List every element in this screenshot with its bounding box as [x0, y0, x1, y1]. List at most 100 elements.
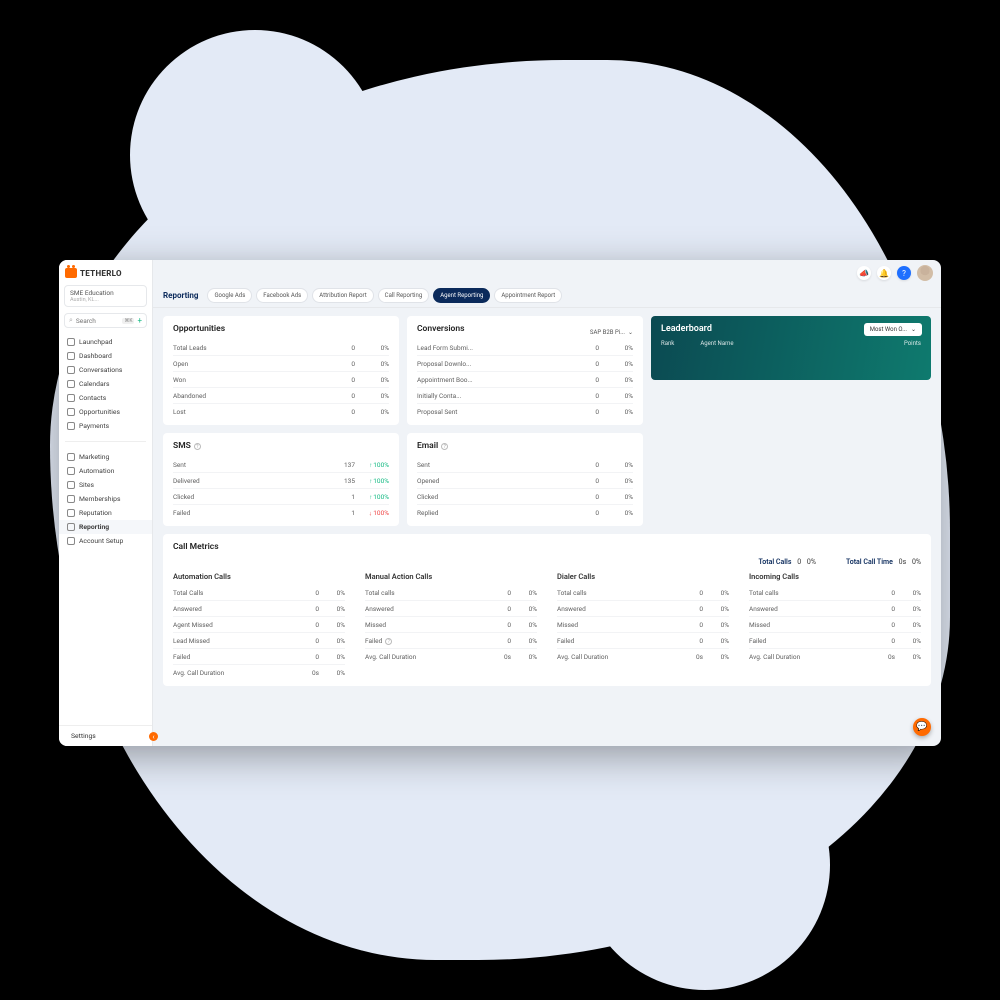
metric-percent: 0% [355, 392, 389, 400]
metric-label: Avg. Call Duration [557, 653, 683, 661]
call-column: Manual Action CallsTotal calls00%Answere… [365, 572, 537, 680]
email-title: Email [417, 441, 633, 451]
sidebar-item-automation[interactable]: Automation [59, 464, 152, 478]
leaderboard-col-agent: Agent Name [700, 340, 733, 347]
sidebar-item-calendars[interactable]: Calendars [59, 377, 152, 391]
metric-percent: 0% [511, 637, 537, 645]
search-input[interactable] [76, 317, 119, 325]
collapse-sidebar-button[interactable]: ‹ [149, 732, 158, 741]
leaderboard-columns: Rank Agent Name Points [661, 340, 921, 347]
tab-call-reporting[interactable]: Call Reporting [378, 288, 430, 303]
info-icon[interactable] [385, 638, 392, 645]
nav-label: Reporting [79, 523, 109, 531]
metric-label: Clicked [173, 493, 327, 501]
metric-value: 0 [571, 461, 599, 469]
nav-icon [67, 481, 75, 489]
conversions-pipeline-selector[interactable]: SAP B2B Pi... ⌄ [590, 329, 633, 336]
sidebar-item-contacts[interactable]: Contacts [59, 391, 152, 405]
report-tabs: Google Ads Facebook Ads Attribution Report… [207, 288, 562, 303]
sidebar-item-opportunities[interactable]: Opportunities [59, 405, 152, 419]
metric-percent: 0% [355, 376, 389, 384]
tab-attribution-report[interactable]: Attribution Report [312, 288, 373, 303]
metric-row: Answered00% [365, 601, 537, 617]
metric-row: Clicked00% [417, 489, 633, 505]
sidebar-item-reporting[interactable]: Reporting [59, 520, 152, 534]
metric-value: 0 [571, 360, 599, 368]
tab-google-ads[interactable]: Google Ads [207, 288, 252, 303]
metric-row: Abandoned00% [173, 388, 389, 404]
metric-value: 0 [491, 621, 511, 629]
metric-value: 137 [327, 461, 355, 469]
metric-label: Total calls [749, 589, 875, 597]
metric-row: Appointment Boo...00% [417, 372, 633, 388]
metric-row: Open00% [173, 356, 389, 372]
nav-icon [67, 509, 75, 517]
leaderboard-sort-selector[interactable]: Most Won O... ⌄ [864, 323, 922, 336]
metric-label: Lead Missed [173, 637, 299, 645]
metric-percent: 0% [895, 589, 921, 597]
sidebar-item-reputation[interactable]: Reputation [59, 506, 152, 520]
metric-row: Failed00% [749, 633, 921, 649]
metric-percent: 0% [703, 621, 729, 629]
metric-row: Lead Missed00% [173, 633, 345, 649]
metric-value: 0 [327, 360, 355, 368]
metric-label: Total Calls [173, 589, 299, 597]
nav-separator [65, 441, 146, 442]
sidebar-item-launchpad[interactable]: Launchpad [59, 335, 152, 349]
brand-logo[interactable]: TETHERLO [59, 260, 152, 282]
metric-value: 0 [875, 589, 895, 597]
nav-primary: Launchpad DashboardConversationsCalendars… [59, 331, 152, 437]
metric-percent: 100% [355, 493, 389, 501]
tab-agent-reporting[interactable]: Agent Reporting [433, 288, 490, 303]
topbar: 📣 🔔 ? [153, 260, 941, 286]
tab-appointment-report[interactable]: Appointment Report [494, 288, 562, 303]
metric-label: Lead Form Submi... [417, 344, 571, 352]
sidebar-item-payments[interactable]: Payments [59, 419, 152, 433]
metric-percent: 0% [511, 589, 537, 597]
info-icon[interactable] [441, 443, 448, 450]
metric-value: 0 [327, 392, 355, 400]
metric-label: Clicked [417, 493, 571, 501]
call-metrics-card: Call Metrics Total Calls 0 0% Total Call… [163, 534, 931, 686]
account-switcher[interactable]: SME Education Austin, KL... [64, 285, 147, 307]
settings-link[interactable]: Settings [59, 725, 152, 746]
metric-percent: 0% [355, 408, 389, 416]
call-column: Incoming CallsTotal calls00%Answered00%M… [749, 572, 921, 680]
nav-icon [67, 467, 75, 475]
metric-percent: 0% [895, 637, 921, 645]
settings-label: Settings [71, 732, 96, 740]
metric-percent: 0% [703, 589, 729, 597]
metric-row: Initially Conta...00% [417, 388, 633, 404]
conversions-title: Conversions [417, 324, 464, 334]
metric-label: Agent Missed [173, 621, 299, 629]
metric-label: Opened [417, 477, 571, 485]
leaderboard-card: Leaderboard Most Won O... ⌄ Rank Agent N… [651, 316, 931, 380]
account-sub: Austin, KL... [70, 297, 141, 303]
leaderboard-col-points: Points [904, 340, 921, 347]
sidebar-item-marketing[interactable]: Marketing [59, 450, 152, 464]
sidebar-item-dashboard[interactable]: Dashboard [59, 349, 152, 363]
info-icon[interactable] [194, 443, 201, 450]
nav-icon [67, 338, 75, 346]
help-button[interactable]: ? [897, 266, 911, 280]
sidebar-item-conversations[interactable]: Conversations [59, 363, 152, 377]
announce-button[interactable]: 📣 [857, 266, 871, 280]
metric-value: 0s [875, 653, 895, 661]
metric-label: Delivered [173, 477, 327, 485]
notifications-button[interactable]: 🔔 [877, 266, 891, 280]
metric-value: 0 [571, 344, 599, 352]
add-icon[interactable]: + [137, 316, 142, 325]
nav-label: Launchpad [79, 338, 113, 346]
sidebar-item-memberships[interactable]: Memberships [59, 492, 152, 506]
sidebar-item-account-setup[interactable]: Account Setup [59, 534, 152, 548]
sidebar-item-sites[interactable]: Sites [59, 478, 152, 492]
conversions-selector-label: SAP B2B Pi... [590, 329, 625, 336]
user-avatar[interactable] [917, 265, 933, 281]
sidebar-search[interactable]: ⌕ ⌘K + [64, 313, 147, 328]
metric-label: Won [173, 376, 327, 384]
brand-icon [65, 268, 77, 278]
chat-fab[interactable]: 💬 [913, 718, 931, 736]
tab-facebook-ads[interactable]: Facebook Ads [256, 288, 308, 303]
metric-row: Avg. Call Duration0s0% [557, 649, 729, 664]
nav-icon [67, 537, 75, 545]
